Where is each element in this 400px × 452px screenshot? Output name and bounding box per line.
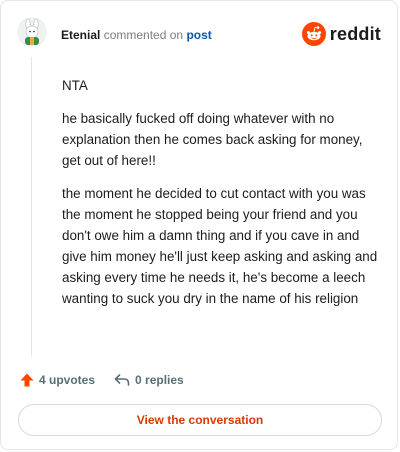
comment-paragraph: the moment he decided to cut contact wit… — [62, 186, 378, 306]
upvote-count: 4 upvotes — [39, 373, 96, 387]
comment-actions: 4 upvotes 0 replies — [19, 370, 184, 390]
comment-header: Etenial commented on post reddit — [17, 15, 381, 51]
reply-arrow-icon[interactable] — [113, 372, 131, 388]
upvote-action[interactable]: 4 upvotes — [19, 372, 95, 388]
commented-on-text: commented on — [103, 28, 184, 42]
reply-count: 0 replies — [135, 373, 184, 387]
thread-line — [31, 57, 32, 357]
author-name[interactable]: Etenial — [61, 28, 100, 42]
comment-paragraph: he basically fucked off doing whatever w… — [62, 111, 363, 168]
comment-card: Etenial commented on post reddit NTA he … — [0, 0, 398, 450]
reddit-logo[interactable]: reddit — [301, 21, 381, 47]
comment-body: NTA he basically fucked off doing whatev… — [62, 75, 382, 321]
upvote-arrow-icon[interactable] — [19, 372, 35, 388]
reddit-wordmark: reddit — [329, 23, 381, 44]
comment-paragraph: NTA — [62, 78, 88, 93]
reddit-snoo-icon — [301, 22, 326, 46]
comment-byline: Etenial commented on post — [61, 28, 212, 42]
post-link[interactable]: post — [186, 28, 211, 42]
avatar-icon — [17, 17, 47, 47]
user-avatar[interactable] — [17, 17, 47, 47]
view-conversation-button[interactable]: View the conversation — [18, 404, 382, 436]
reply-action[interactable]: 0 replies — [113, 372, 184, 388]
